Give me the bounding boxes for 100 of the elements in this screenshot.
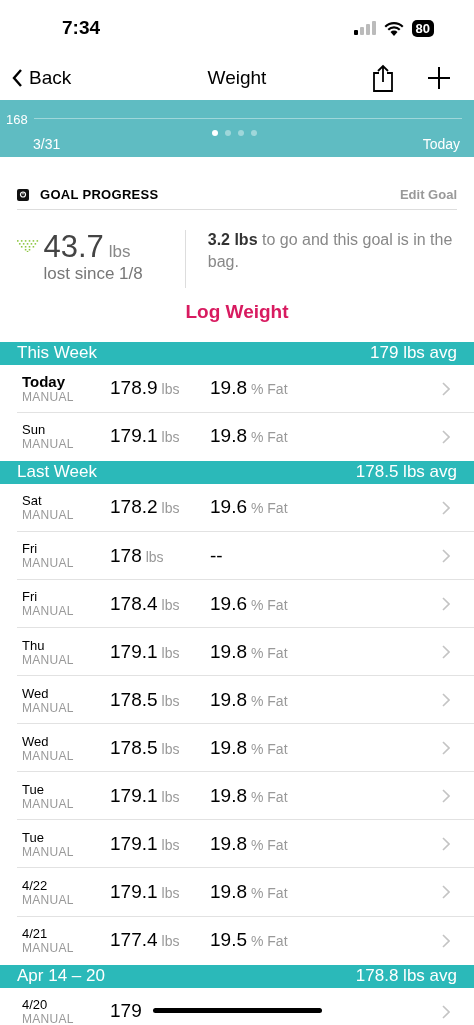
chevron-right-icon: [442, 789, 450, 804]
unit-label: % Fat: [251, 932, 288, 952]
section-title: This Week: [17, 342, 97, 365]
fat-value: 19.8: [210, 376, 247, 401]
fat-value: --: [210, 543, 223, 568]
source-label: MANUAL: [22, 1012, 75, 1025]
unit-label: lbs: [161, 643, 180, 663]
unit-label: lbs: [161, 595, 180, 615]
unit-label: % Fat: [251, 691, 288, 711]
unit-label: % Fat: [251, 643, 288, 663]
weight-value: 178.4: [110, 591, 158, 616]
day-label: 4/21: [22, 926, 49, 942]
weight-entry-row[interactable]: 4/20 MANUAL 179: [0, 987, 474, 1025]
chevron-right-icon: [442, 741, 450, 756]
source-label: MANUAL: [22, 844, 75, 859]
fat-value: 19.8: [210, 784, 247, 809]
average-label: 178.8 lbs avg: [355, 965, 457, 988]
average-label: 179 lbs avg: [370, 342, 457, 365]
source-label: MANUAL: [22, 508, 75, 523]
source-label: MANUAL: [22, 389, 75, 404]
day-label: Fri: [22, 589, 39, 605]
unit-label: lbs: [161, 836, 180, 856]
unit-label: % Fat: [251, 428, 288, 448]
scale-icon: [17, 188, 29, 201]
unit-label: % Fat: [251, 595, 288, 615]
log-weight-button[interactable]: Log Weight: [185, 297, 289, 326]
unit-label: % Fat: [251, 380, 288, 400]
fat-value: 19.8: [210, 424, 247, 449]
source-label: MANUAL: [22, 893, 75, 907]
section-title: Last Week: [17, 461, 97, 484]
day-label: Thu: [22, 637, 46, 653]
back-button[interactable]: Back: [12, 63, 72, 93]
source-label: MANUAL: [22, 437, 75, 452]
unit-label: lbs: [161, 739, 180, 759]
weight-entry-row[interactable]: 4/22 MANUAL 179.1 lbs 19.8 % Fat: [0, 868, 474, 917]
weight-entry-row[interactable]: Sat MANUAL 178.2 lbs 19.6 % Fat: [0, 483, 474, 532]
unit-label: lbs: [161, 499, 180, 519]
weight-value: 179.1: [110, 784, 158, 809]
weight-entry-row[interactable]: Wed MANUAL 178.5 lbs 19.8 % Fat: [0, 724, 474, 773]
day-label: Fri: [22, 541, 39, 557]
weight-value: 178: [110, 543, 142, 568]
unit-label: lbs: [161, 691, 180, 711]
average-label: 178.5 lbs avg: [355, 461, 457, 484]
chevron-right-icon: [442, 1004, 450, 1019]
unit-label: lbs: [161, 380, 180, 400]
weight-entry-row[interactable]: Wed MANUAL 178.5 lbs 19.8 % Fat: [0, 676, 474, 725]
axis-label: Today: [422, 135, 460, 154]
since-label: lost since 1/8: [43, 264, 144, 284]
weight-entry-row[interactable]: Fri MANUAL 178 lbs --: [0, 531, 474, 580]
unit-label: lbs: [161, 884, 180, 904]
dotted-triangle-icon: [17, 239, 39, 252]
plus-icon[interactable]: [428, 67, 450, 89]
chevron-right-icon: [442, 500, 450, 515]
day-label: 4/20: [22, 997, 49, 1013]
unit-label: % Fat: [251, 884, 288, 904]
share-icon[interactable]: [372, 64, 394, 92]
goal-message: 3.2 lbs to go and this goal is in the bag.: [207, 229, 454, 272]
weight-entry-row[interactable]: Tue MANUAL 179.1 lbs 19.8 % Fat: [0, 772, 474, 821]
unit-label: % Fat: [251, 788, 288, 808]
chevron-right-icon: [442, 837, 450, 852]
fat-value: 19.5: [210, 928, 247, 953]
unit-label: lbs: [108, 240, 131, 263]
chevron-right-icon: [442, 933, 450, 948]
fat-value: 19.8: [210, 639, 247, 664]
fat-value: 19.8: [210, 880, 247, 905]
chevron-right-icon: [442, 885, 450, 900]
weight-value: 179.1: [110, 832, 158, 857]
source-label: MANUAL: [22, 652, 75, 667]
weight-entry-row[interactable]: 4/21 MANUAL 177.4 lbs 19.5 % Fat: [0, 916, 474, 965]
day-label: Wed: [22, 733, 50, 749]
source-label: MANUAL: [22, 941, 75, 956]
fat-value: 19.6: [210, 591, 247, 616]
weight-value: 179.1: [110, 639, 158, 664]
source-label: MANUAL: [22, 748, 75, 763]
weight-entry-row[interactable]: Sun MANUAL 179.1 lbs 19.8 % Fat: [0, 412, 474, 461]
weight-entry-row[interactable]: Tue MANUAL 179.1 lbs 19.8 % Fat: [0, 820, 474, 869]
day-label: Tue: [22, 781, 45, 797]
day-label: Tue: [22, 829, 45, 845]
weight-value: 179.1: [110, 880, 158, 905]
axis-label: 168: [6, 111, 28, 129]
weight-value: 178.2: [110, 495, 158, 520]
weight-lost-value: 43.7: [43, 229, 104, 264]
weight-entry-row[interactable]: Thu MANUAL 179.1 lbs 19.8 % Fat: [0, 627, 474, 677]
weight-entry-row[interactable]: Today MANUAL 178.9 lbs 19.8 % Fat: [0, 364, 474, 413]
unit-label: lbs: [161, 932, 180, 952]
wifi-icon: [383, 20, 404, 36]
chevron-right-icon: [442, 596, 450, 611]
source-label: MANUAL: [22, 556, 75, 571]
chevron-right-icon: [442, 645, 450, 659]
day-label: Today: [22, 373, 67, 390]
source-label: MANUAL: [22, 700, 75, 715]
fat-value: 19.8: [210, 832, 247, 857]
weight-value: 179.1: [110, 424, 158, 449]
section-heading: GOAL PROGRESS: [40, 186, 159, 204]
weight-entry-row[interactable]: Fri MANUAL 178.4 lbs 19.6 % Fat: [0, 579, 474, 628]
unit-label: % Fat: [251, 739, 288, 759]
unit-label: lbs: [161, 428, 180, 448]
chevron-left-icon: [12, 69, 23, 87]
day-label: Sat: [22, 493, 43, 509]
fat-value: 19.8: [210, 687, 247, 712]
